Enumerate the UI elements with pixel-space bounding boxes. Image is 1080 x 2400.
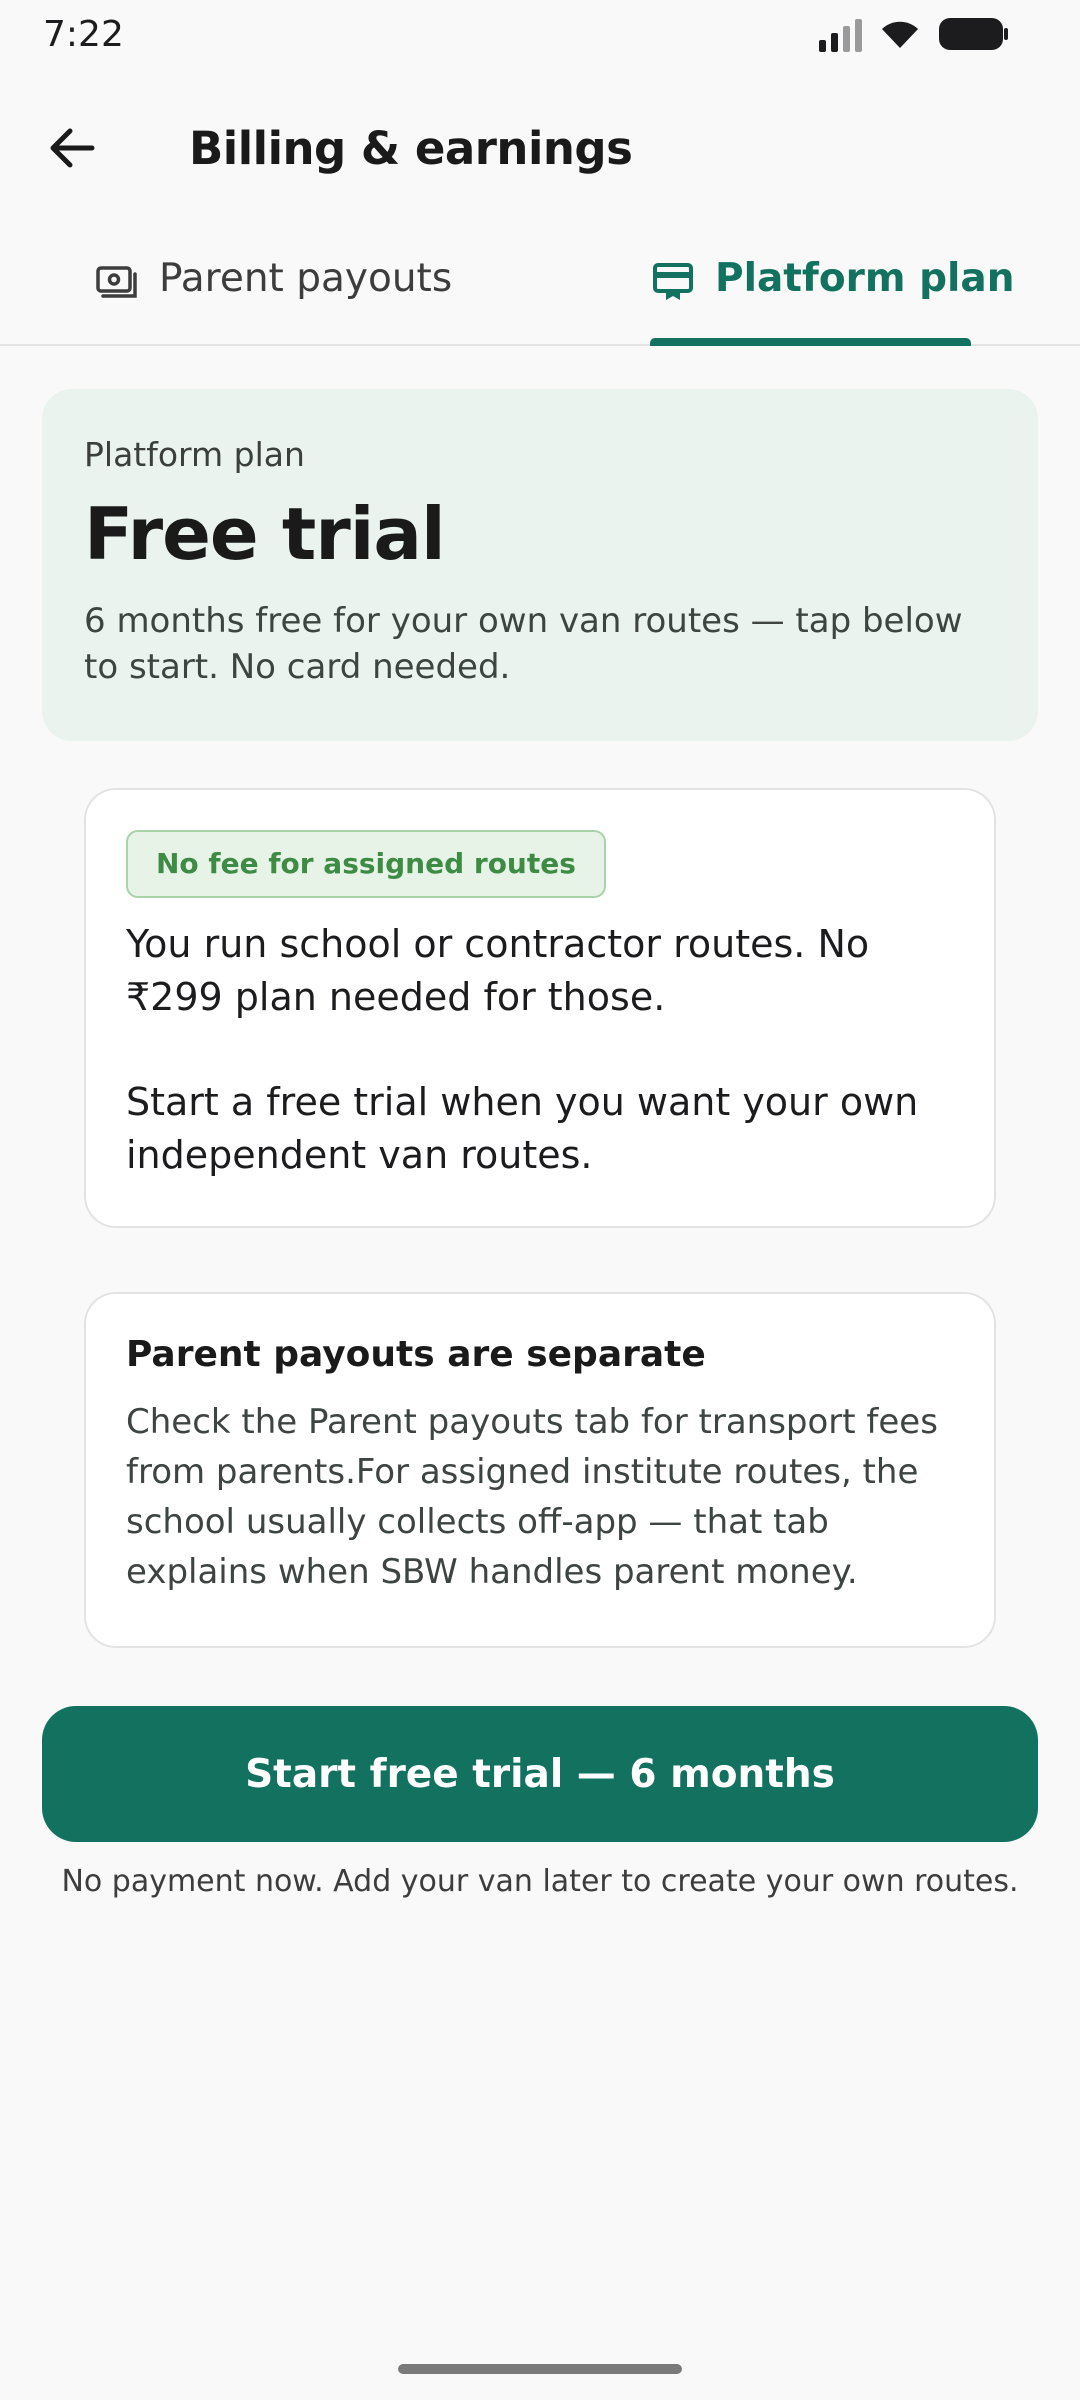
tab-parent-payouts[interactable]: Parent payouts [95, 232, 452, 346]
plan-kicker: Platform plan [84, 435, 305, 474]
status-icons [819, 16, 1010, 52]
status-bar: 7:22 [0, 0, 1080, 72]
free-trial-hint-text: Start a free trial when you want your ow… [126, 1080, 919, 1177]
plan-summary-card: Platform plan Free trial 6 months free f… [42, 389, 1038, 741]
signal-icon [819, 16, 862, 52]
plan-description: 6 months free for your own van routes — … [84, 601, 963, 687]
back-button[interactable] [44, 120, 100, 176]
wifi-icon [882, 21, 918, 48]
parent-payouts-info-card: Parent payouts are separate Check the Pa… [84, 1292, 996, 1648]
selected-tab-indicator [650, 338, 971, 346]
arrow-back-icon [50, 128, 95, 168]
parent-payouts-info-body: Check the Parent payouts tab for transpo… [126, 1402, 938, 1592]
tab-platform-plan[interactable]: Platform plan [651, 232, 1015, 346]
battery-icon [939, 18, 1008, 50]
start-free-trial-button[interactable]: Start free trial — 6 months [42, 1706, 1038, 1842]
assigned-routes-card: No fee for assigned routes You run schoo… [84, 788, 996, 1228]
cash-icon [96, 266, 137, 298]
home-indicator[interactable] [398, 2364, 682, 2374]
tab-bar: Parent payouts Platform plan [0, 232, 1080, 346]
tab-label: Parent payouts [159, 256, 453, 301]
payment-note: No payment now. Add your van later to cr… [61, 1864, 1019, 1899]
no-fee-badge: No fee for assigned routes [126, 830, 606, 898]
screen: 7:22 Billing & earnings Parent payouts P… [0, 0, 1080, 2400]
parent-payouts-info-title: Parent payouts are separate [126, 1334, 706, 1375]
status-time: 7:22 [43, 14, 124, 55]
card-icon [653, 263, 693, 300]
app-bar: Billing & earnings [0, 100, 1080, 196]
plan-title: Free trial [84, 492, 446, 576]
assigned-routes-text: You run school or contractor routes. No … [126, 922, 870, 1019]
page-title: Billing & earnings [189, 122, 633, 175]
tab-label: Platform plan [715, 256, 1015, 301]
